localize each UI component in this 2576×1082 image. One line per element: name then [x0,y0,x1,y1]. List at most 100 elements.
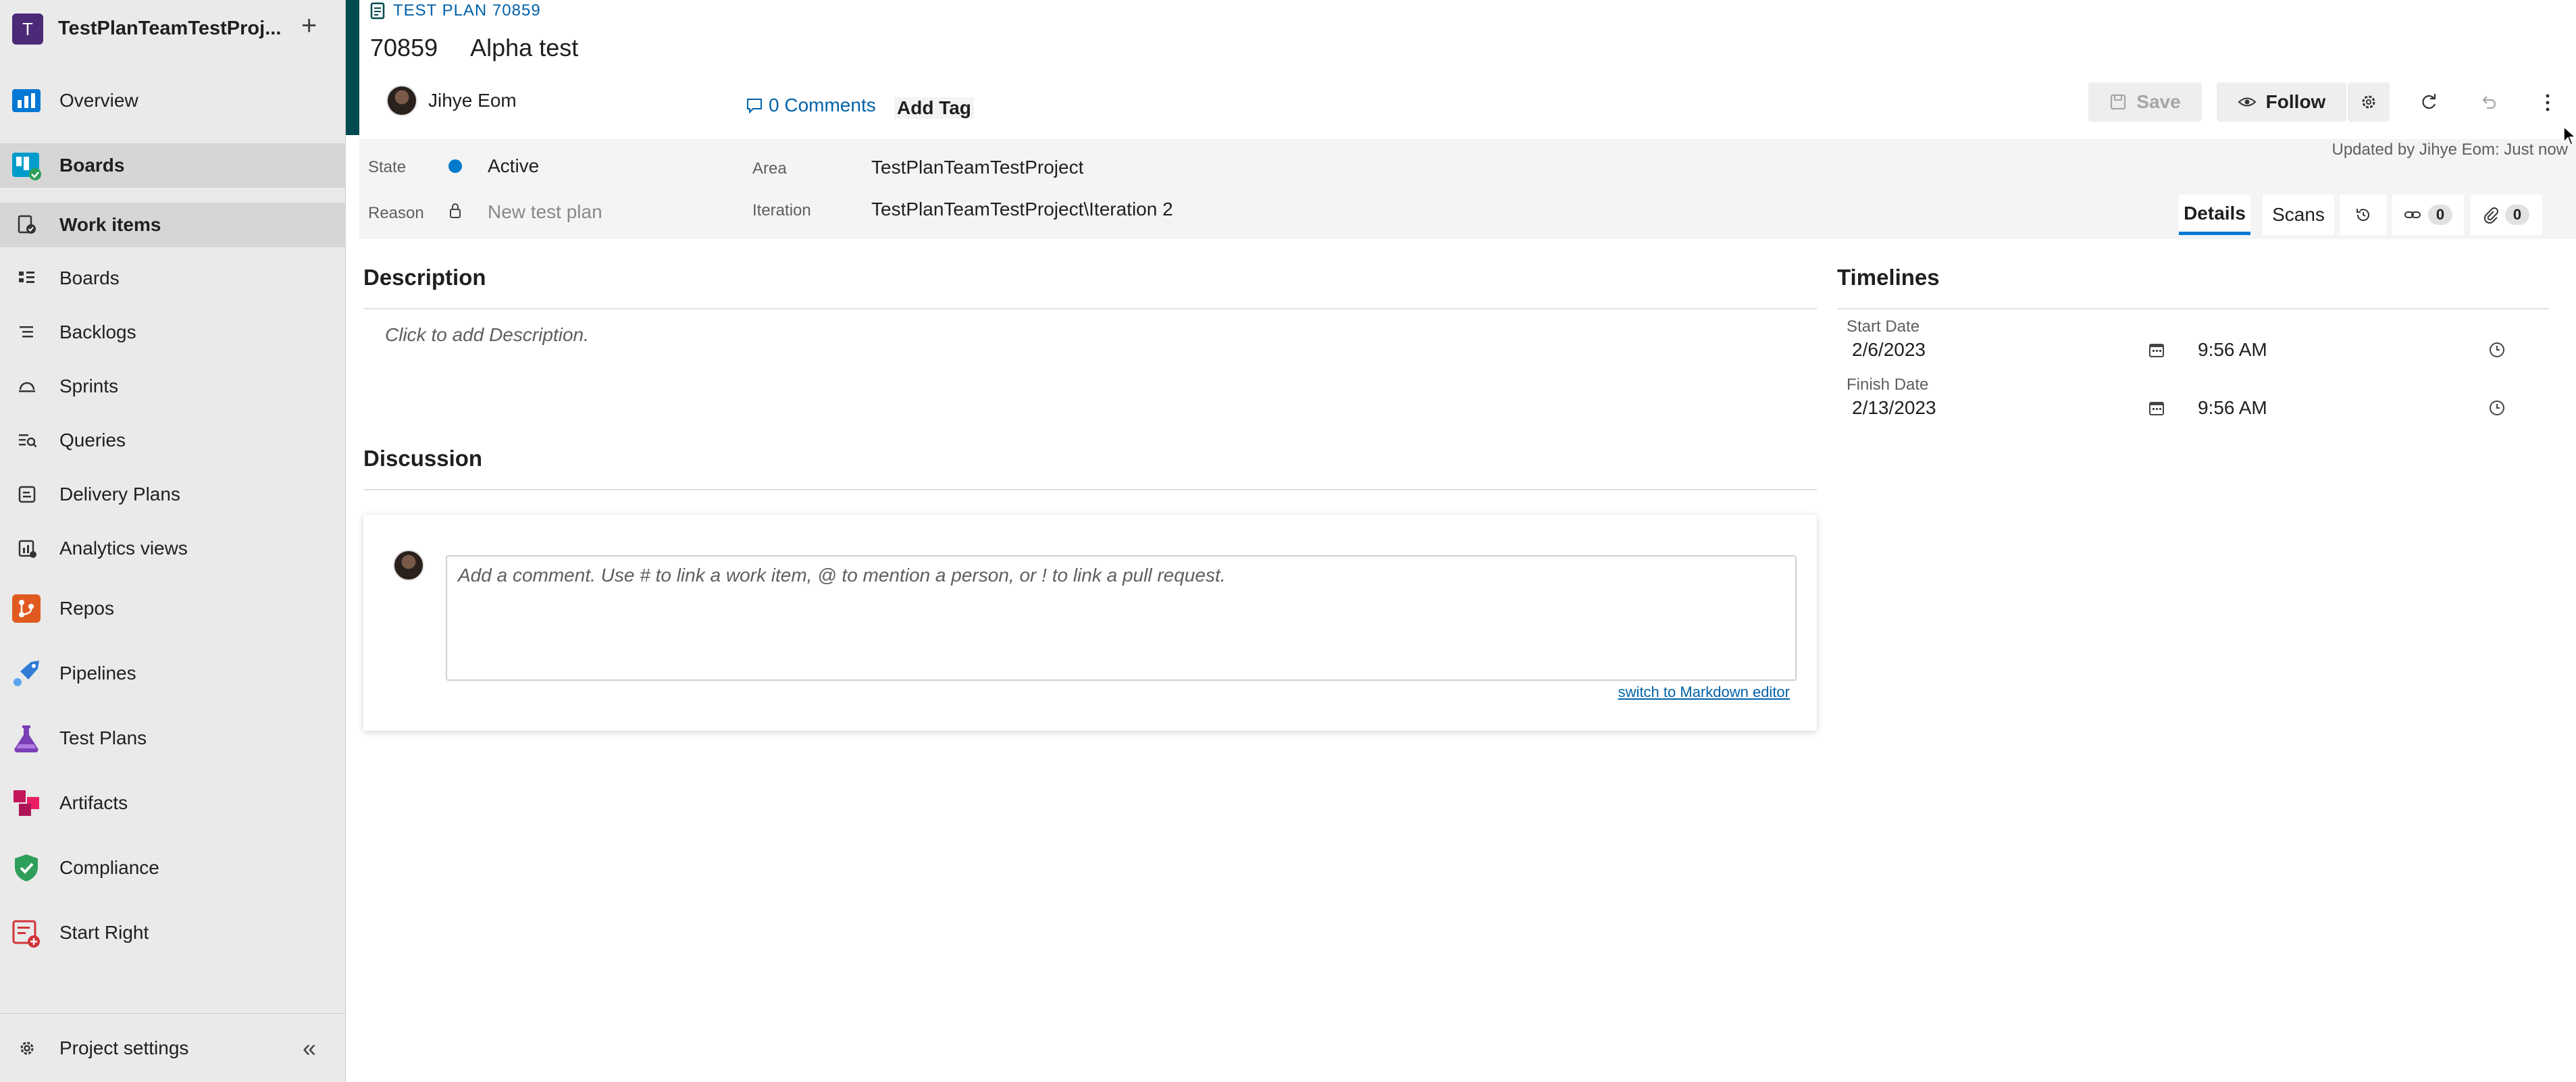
reason-field[interactable]: New test plan [488,201,602,223]
tab-scans[interactable]: Scans [2263,195,2334,235]
project-avatar: T [12,14,43,45]
delivery-plans-icon [15,482,39,507]
more-actions-button[interactable] [2531,86,2564,119]
finish-time-field[interactable]: 9:56 AM [2198,397,2267,419]
markdown-editor-link[interactable]: switch to Markdown editor [1618,684,1790,701]
sidebar-item-artifacts[interactable]: Artifacts [0,781,346,825]
discussion-heading: Discussion [363,446,483,471]
clock-icon[interactable] [2487,398,2507,418]
iteration-field[interactable]: TestPlanTeamTestProject\Iteration 2 [871,199,1173,220]
undo-icon [2482,96,2496,109]
sidebar-item-sprints[interactable]: Sprints [0,367,346,405]
start-right-icon [9,916,43,950]
sidebar-item-label: Boards [59,267,120,288]
sidebar-item-pipelines[interactable]: Pipelines [0,651,346,696]
boards-icon [9,149,43,182]
save-button[interactable]: Save [2088,82,2202,122]
sidebar-item-label: Repos [59,598,114,619]
sidebar-item-start-right[interactable]: Start Right [0,910,346,955]
state-label: State [368,158,407,176]
history-icon [2356,209,2369,222]
sidebar-item-compliance[interactable]: Compliance [0,846,346,890]
finish-date-label: Finish Date [1847,376,1929,394]
comment-input[interactable]: Add a comment. Use # to link a work item… [446,555,1797,681]
sidebar-item-label: Boards [59,155,125,176]
sidebar-item-backlogs[interactable]: Backlogs [0,313,346,351]
sidebar-item-label: Test Plans [59,727,147,748]
work-item-title[interactable]: 70859 Alpha test [370,34,578,62]
area-field[interactable]: TestPlanTeamTestProject [871,157,1083,178]
tab-links[interactable]: 0 [2392,195,2464,235]
sidebar-item-work-items[interactable]: Work items [0,203,346,247]
repos-icon [9,592,43,625]
timelines-divider [1837,308,2549,309]
state-field[interactable]: Active [488,155,539,177]
pipelines-icon [9,656,43,690]
test-plans-icon [9,721,43,755]
sidebar-item-label: Overview [59,90,138,111]
sidebar-item-label: Delivery Plans [59,484,180,505]
follow-button[interactable]: Follow [2217,82,2346,122]
save-label: Save [2136,91,2181,112]
links-count-badge: 0 [2427,205,2453,225]
timelines-heading: Timelines [1837,265,1940,290]
sidebar-item-overview[interactable]: Overview [0,80,346,122]
description-field[interactable]: Click to add Description. [385,324,589,346]
calendar-icon[interactable] [2146,398,2167,418]
lock-icon [448,203,462,222]
comment-editor-card: Add a comment. Use # to link a work item… [363,515,1817,731]
comments-link[interactable]: 0 Comments [746,95,876,116]
collapse-sidebar-icon[interactable]: « [303,1034,316,1062]
sidebar-item-label: Queries [59,430,126,450]
work-item-type-label[interactable]: TEST PLAN 70859 [393,1,541,20]
sidebar-item-project-settings[interactable]: Project settings « [0,1029,346,1067]
tab-attachments[interactable]: 0 [2471,195,2542,235]
finish-date-field[interactable]: 2/13/2023 [1852,397,1936,419]
tab-history[interactable] [2340,195,2387,235]
artifacts-icon [9,786,43,820]
sidebar-item-delivery-plans[interactable]: Delivery Plans [0,475,346,513]
comment-icon [747,99,762,114]
sidebar-item-test-plans[interactable]: Test Plans [0,716,346,761]
tab-details[interactable]: Details [2179,195,2250,235]
sidebar-item-analytics-views[interactable]: Analytics views [0,530,346,567]
refresh-button[interactable] [2413,86,2445,119]
project-header[interactable]: T TestPlanTeamTestProj... + [0,0,346,58]
sidebar-item-repos[interactable]: Repos [0,586,346,631]
work-items-icon [15,213,39,237]
sidebar-item-label: Artifacts [59,792,128,813]
add-tag-button[interactable]: Add Tag [894,97,974,119]
eye-icon [2238,97,2257,107]
save-icon [2111,94,2126,110]
more-icon [2546,94,2550,111]
undo-button[interactable] [2472,86,2504,119]
work-item-title-text[interactable]: Alpha test [470,34,578,61]
refresh-icon [2422,94,2436,109]
iteration-label: Iteration [752,201,811,220]
backlogs-icon [15,320,39,344]
paperclip-icon [2483,207,2498,224]
start-time-field[interactable]: 9:56 AM [2198,339,2267,361]
project-name[interactable]: TestPlanTeamTestProj... [58,18,281,40]
area-label: Area [752,159,787,178]
add-icon[interactable]: + [301,12,317,39]
sidebar-item-boards[interactable]: Boards [0,259,346,297]
work-item-type: TEST PLAN 70859 [370,1,541,20]
gear-icon [15,1036,39,1060]
updated-by-text[interactable]: Updated by Jihye Eom: Just now [2332,140,2568,159]
avatar [393,550,424,581]
assigned-to-field[interactable]: Jihye Eom [386,85,517,116]
mouse-cursor-icon [2563,126,2576,145]
clock-icon[interactable] [2487,340,2507,360]
sidebar-item-label: Project settings [59,1037,189,1058]
compliance-icon [9,851,43,885]
sidebar-item-label: Start Right [59,922,149,943]
sidebar-item-label: Compliance [59,857,159,878]
start-date-field[interactable]: 2/6/2023 [1852,339,1926,361]
sidebar-item-label: Work items [59,214,161,235]
calendar-icon[interactable] [2146,340,2167,360]
sidebar-item-queries[interactable]: Queries [0,421,346,459]
follow-settings-button[interactable] [2348,82,2390,122]
sidebar-item-boards-hub[interactable]: Boards [0,143,346,188]
sidebar-divider [0,1013,346,1014]
